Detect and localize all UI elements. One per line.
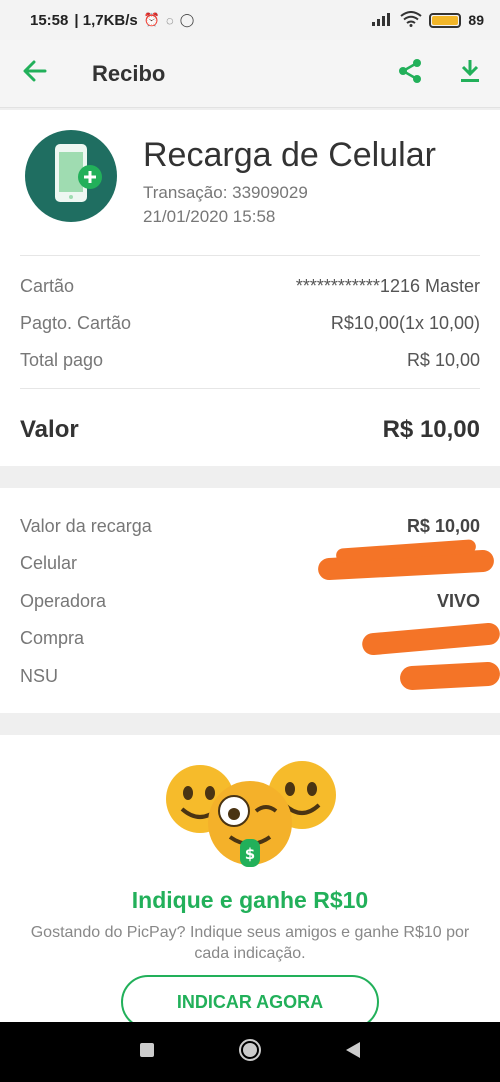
row-value: R$ 10,00	[406, 350, 480, 370]
payment-row-total-paid: Total pago R$ 10,00	[20, 350, 480, 371]
row-value: R$ 10,00	[406, 516, 480, 536]
battery-percent: 89	[468, 12, 484, 28]
redaction-mark	[399, 661, 500, 691]
row-label: Cartão	[20, 276, 75, 296]
page-title: Recibo	[92, 60, 166, 86]
row-label: Celular	[20, 553, 78, 573]
divider	[20, 388, 480, 389]
divider	[20, 255, 480, 256]
receipt-header: Recarga de Celular Transação: 33909029 2…	[25, 130, 436, 227]
signal-icon	[371, 12, 393, 29]
nfc-icon: ◌	[165, 12, 174, 28]
receipt-card: Recarga de Celular Transação: 33909029 2…	[0, 110, 500, 466]
share-icon	[398, 58, 422, 89]
row-label: Operadora	[20, 591, 107, 611]
share-button[interactable]	[380, 40, 440, 108]
emoji-illustration: $	[160, 759, 340, 874]
download-icon	[459, 59, 481, 88]
system-nav-bar	[0, 1022, 500, 1082]
receipt-title: Recarga de Celular	[143, 136, 436, 174]
row-label: Pagto. Cartão	[20, 313, 132, 333]
invite-now-button[interactable]: INDICAR AGORA	[121, 975, 379, 1029]
back-nav-button[interactable]	[323, 1022, 383, 1082]
svg-text:$: $	[245, 845, 255, 863]
payment-row-card-payment: Pagto. Cartão R$10,00(1x 10,00)	[20, 313, 480, 334]
row-label: Compra	[20, 628, 85, 648]
total-value-row: Valor R$ 10,00	[20, 416, 480, 444]
square-icon	[139, 1042, 154, 1062]
phone-recharge-icon	[25, 130, 117, 222]
arrow-left-icon	[23, 60, 47, 87]
detail-row-recharge-value: Valor da recarga R$ 10,00	[20, 516, 480, 537]
back-button[interactable]	[0, 40, 70, 108]
payment-row-card: Cartão ************1216 Master	[20, 276, 480, 297]
row-value: VIVO	[436, 591, 480, 611]
download-button[interactable]	[440, 40, 500, 108]
status-network-speed: | 1,7KB/s	[74, 11, 138, 29]
details-card: Valor da recarga R$ 10,00 Celular Operad…	[0, 488, 500, 713]
row-label: Total pago	[20, 350, 104, 370]
transaction-datetime: 21/01/2020 15:58	[143, 207, 276, 226]
recents-button[interactable]	[117, 1022, 177, 1082]
row-label: NSU	[20, 666, 59, 686]
row-value: R$10,00(1x 10,00)	[330, 313, 480, 333]
promo-title: Indique e ganhe R$10	[131, 887, 369, 913]
status-bar: 15:58 | 1,7KB/s ⏰ ◌ ◯ 89	[0, 0, 500, 40]
wifi-icon	[400, 10, 423, 30]
triangle-back-icon	[345, 1041, 361, 1064]
total-value: R$ 10,00	[382, 416, 480, 443]
referral-card: $ Indique e ganhe R$10 Gostando do PicPa…	[0, 735, 500, 1029]
home-button[interactable]	[220, 1022, 280, 1082]
circle-icon	[238, 1038, 262, 1067]
battery-icon	[429, 12, 462, 28]
app-bar: Recibo	[0, 40, 500, 108]
promo-text: Gostando do PicPay? Indique seus amigos …	[30, 924, 470, 962]
row-label: Valor da recarga	[20, 516, 152, 536]
whatsapp-icon: ◯	[179, 12, 195, 27]
detail-row-carrier: Operadora VIVO	[20, 591, 480, 612]
status-time: 15:58	[30, 11, 69, 29]
row-value: ************1216 Master	[295, 276, 480, 296]
alarm-icon: ⏰	[143, 12, 160, 27]
transaction-id: Transação: 33909029	[143, 183, 308, 202]
total-label: Valor	[20, 416, 79, 443]
